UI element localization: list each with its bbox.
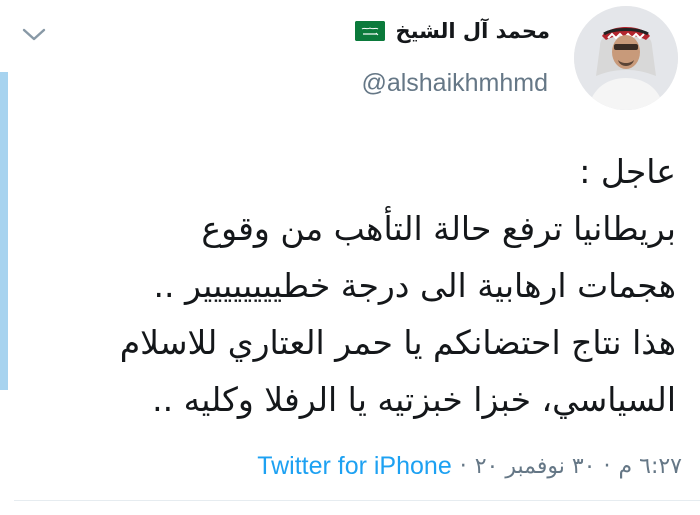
divider bbox=[14, 500, 700, 501]
tweet-line: عاجل : bbox=[579, 152, 676, 191]
tweet-date[interactable]: ٣٠ نوفمبر ٢٠ bbox=[475, 454, 596, 479]
display-name[interactable]: محمد آل الشيخ bbox=[355, 19, 550, 43]
tweet-card: محمد آل الشيخ @alshaikhmhmd عاجل : بريطا… bbox=[0, 0, 700, 515]
meta-separator: · bbox=[459, 454, 467, 479]
tweet-line: بريطانيا ترفع حالة التأهب من وقوع bbox=[201, 209, 676, 248]
tweet-text: عاجل : بريطانيا ترفع حالة التأهب من وقوع… bbox=[36, 143, 676, 428]
avatar[interactable] bbox=[574, 6, 678, 110]
tweet-meta: ٦:٢٧ م · ٣٠ نوفمبر ٢٠ · Twitter for iPho… bbox=[257, 452, 682, 481]
chevron-down-icon[interactable] bbox=[20, 22, 48, 46]
thread-accent-bar bbox=[0, 72, 8, 390]
saudi-flag-icon bbox=[355, 21, 386, 41]
tweet-line: هجمات ارهابية الى درجة خطيييييييير .. bbox=[153, 266, 676, 305]
tweet-line: هذا نتاج احتضانكم يا حمر العتاري للاسلام bbox=[119, 323, 676, 362]
meta-separator: · bbox=[603, 454, 611, 479]
tweet-line: السياسي، خبزا خبزتيه يا الرفلا وكليه .. bbox=[152, 380, 676, 419]
user-handle[interactable]: @alshaikhmhmd bbox=[361, 69, 548, 98]
tweet-source-link[interactable]: Twitter for iPhone bbox=[257, 452, 452, 481]
display-name-text: محمد آل الشيخ bbox=[395, 19, 550, 43]
tweet-time[interactable]: ٦:٢٧ م bbox=[619, 454, 683, 479]
